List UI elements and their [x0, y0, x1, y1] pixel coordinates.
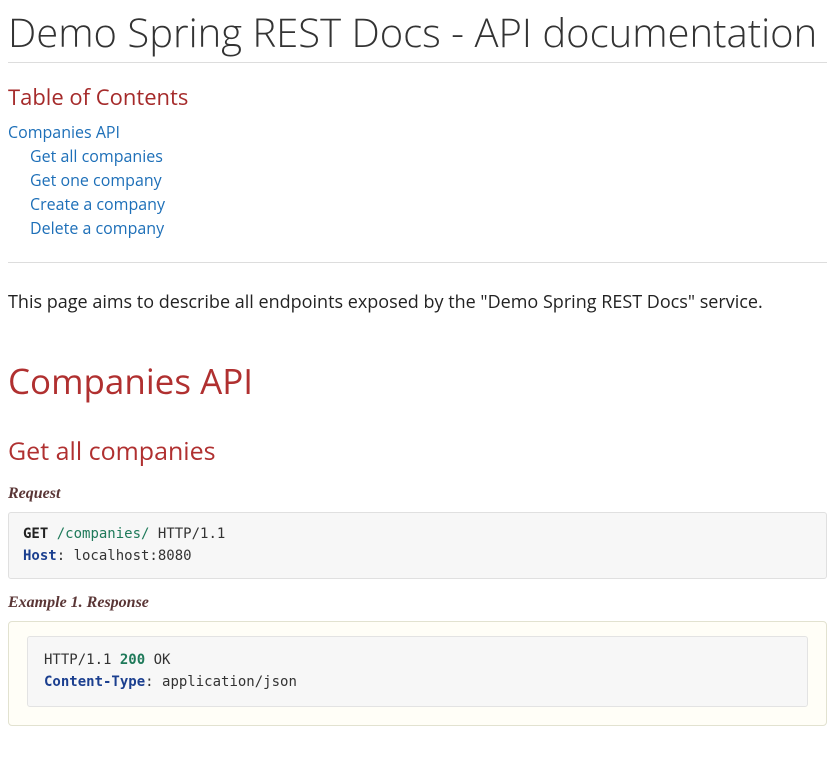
toc-link-get-one[interactable]: Get one company [30, 169, 162, 191]
toc: Table of Contents Companies API Get all … [8, 81, 827, 263]
toc-link-delete[interactable]: Delete a company [30, 217, 164, 239]
host-header: Host [23, 548, 57, 564]
http-version: HTTP/1.1 [158, 526, 225, 542]
response-example-box: HTTP/1.1 200 OK Content-Type: applicatio… [8, 621, 827, 726]
toc-heading: Table of Contents [8, 81, 827, 114]
host-value: localhost:8080 [74, 548, 192, 564]
response-code-block: HTTP/1.1 200 OK Content-Type: applicatio… [27, 636, 808, 707]
toc-nav: Companies API Get all companies Get one … [8, 120, 827, 240]
toc-link-companies-api[interactable]: Companies API [8, 121, 120, 143]
subsection-title: Get all companies [8, 433, 827, 471]
page-title: Demo Spring REST Docs - API documentatio… [8, 8, 827, 63]
response-label: Example 1. Response [8, 591, 827, 615]
intro-paragraph: This page aims to describe all endpoints… [8, 289, 827, 316]
resp-http-version: HTTP/1.1 [44, 652, 111, 668]
toc-link-get-all[interactable]: Get all companies [30, 145, 163, 167]
http-method: GET [23, 526, 48, 542]
status-code: 200 [120, 652, 145, 668]
request-path: /companies/ [57, 526, 150, 542]
content-type-header: Content-Type [44, 674, 145, 690]
request-code-block: GET /companies/ HTTP/1.1 Host: localhost… [8, 512, 827, 579]
toc-link-create[interactable]: Create a company [30, 193, 165, 215]
request-label: Request [8, 482, 827, 506]
status-text: OK [154, 652, 171, 668]
section-title: Companies API [8, 356, 827, 409]
content-type-value: application/json [162, 674, 297, 690]
